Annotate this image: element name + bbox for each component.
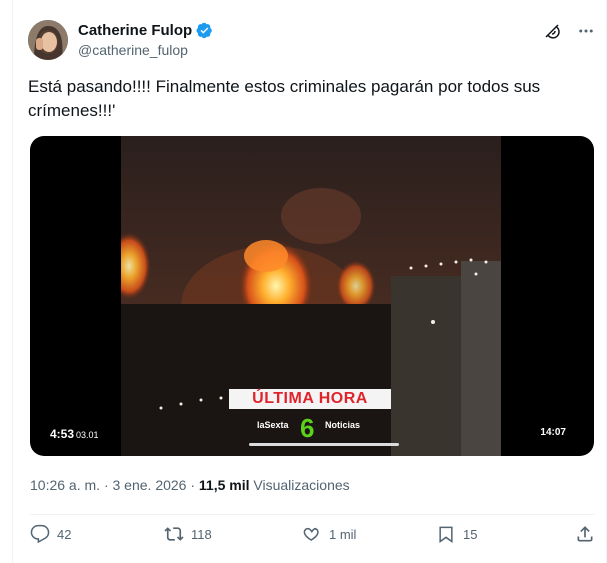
tweet-header: Catherine Fulop @catherine_fulop [28, 18, 595, 62]
tweet-time[interactable]: 10:26 a. m. [30, 477, 100, 493]
repost-count: 118 [191, 526, 212, 542]
reply-count: 42 [57, 526, 72, 542]
channel-logo: 6 [300, 413, 315, 443]
tweet-text: Está pasando!!!! Finalmente estos crimin… [28, 77, 541, 120]
avatar-photo [28, 20, 68, 60]
tweet-date[interactable]: 3 ene. 2026 [113, 477, 187, 493]
views-label: Visualizaciones [253, 477, 350, 493]
channel-name: laSexta [257, 420, 289, 430]
reply-icon [30, 524, 50, 544]
display-name[interactable]: Catherine Fulop [78, 22, 192, 39]
repost-button[interactable]: 118 [164, 524, 212, 544]
author-names: Catherine Fulop @catherine_fulop [78, 22, 213, 58]
views-count: 11,5 mil [198, 477, 250, 493]
elapsed-time: 4:53 [50, 427, 75, 441]
bookmark-count: 15 [463, 526, 478, 542]
video-progress-bar[interactable] [249, 443, 399, 446]
name-row: Catherine Fulop [78, 22, 213, 39]
divider [30, 514, 595, 515]
handle[interactable]: @catherine_fulop [78, 42, 213, 58]
like-count: 1 mil [329, 526, 357, 542]
program-name: Noticias [325, 420, 361, 430]
more-icon[interactable] [577, 22, 595, 40]
meta-separator-2: · [190, 477, 196, 493]
share-icon [577, 526, 593, 542]
tweet-meta: 10:26 a. m. · 3 ene. 2026 · 11,5 mil Vis… [30, 477, 350, 493]
header-icons [543, 22, 595, 40]
heart-icon [303, 527, 319, 541]
video-elapsed: 4:53 03.01 [50, 427, 99, 441]
bookmark-icon [439, 526, 453, 543]
elapsed-small: 03.01 [76, 430, 99, 440]
video-player[interactable]: ÚLTIMA HORA laSexta 6 Noticias 4:53 03.01… [30, 136, 594, 456]
video-clock: 14:07 [540, 427, 566, 438]
bookmark-button[interactable]: 15 [436, 524, 477, 544]
grok-icon[interactable] [543, 22, 561, 40]
action-bar: 42 118 1 mil 15 [30, 524, 595, 550]
verified-badge-icon [196, 22, 213, 39]
breaking-news-banner: ÚLTIMA HORA [229, 389, 391, 409]
avatar[interactable] [28, 20, 68, 60]
reply-button[interactable]: 42 [30, 524, 71, 544]
like-button[interactable]: 1 mil [302, 524, 356, 544]
left-border [12, 0, 13, 563]
share-button[interactable] [575, 524, 595, 544]
meta-separator: · [103, 477, 109, 493]
repost-icon [164, 527, 184, 541]
